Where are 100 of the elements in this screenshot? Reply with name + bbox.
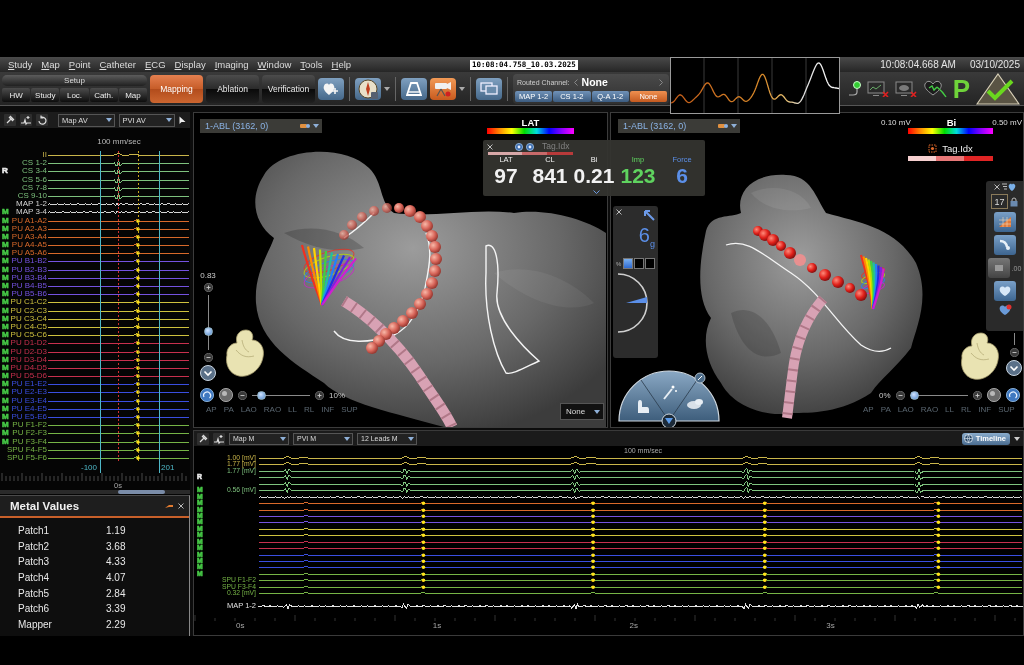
- workflow-tab[interactable]: Verification: [262, 74, 315, 103]
- catheter-selector[interactable]: 1-ABL (3162, 0): [618, 119, 740, 133]
- workflow-tab[interactable]: Mapping: [150, 74, 203, 103]
- filter-icon[interactable]: [661, 413, 677, 427]
- close-icon[interactable]: [993, 184, 1000, 190]
- toggle-icon[interactable]: [718, 122, 728, 130]
- view-button[interactable]: RAO: [263, 405, 282, 414]
- heart-orientation-icon[interactable]: [959, 331, 1001, 383]
- chevron-down-icon[interactable]: [200, 365, 216, 381]
- view-button[interactable]: INF: [321, 405, 335, 414]
- slider-thumb[interactable]: [203, 327, 213, 337]
- view-button[interactable]: PA: [880, 405, 891, 414]
- view-button[interactable]: INF: [978, 405, 992, 414]
- plus-icon[interactable]: [203, 283, 213, 292]
- view-button[interactable]: LAO: [240, 405, 257, 414]
- caret-icon[interactable]: [594, 409, 600, 414]
- chevron-down-icon[interactable]: [1006, 360, 1022, 376]
- menu-item[interactable]: Tools: [300, 59, 323, 70]
- chevron-left-icon[interactable]: [573, 78, 578, 86]
- close-icon[interactable]: [487, 143, 493, 150]
- caret-icon[interactable]: [105, 118, 112, 122]
- add-trace-icon[interactable]: [213, 432, 225, 445]
- pin-icon[interactable]: [165, 503, 174, 509]
- toolbar-button[interactable]: [430, 77, 456, 100]
- hand-pointer-icon[interactable]: [638, 400, 649, 413]
- hammer-icon[interactable]: [197, 432, 209, 445]
- menu-item[interactable]: ECG: [144, 59, 166, 70]
- expand-icon[interactable]: [593, 190, 600, 194]
- magic-wand-icon[interactable]: [663, 385, 677, 400]
- scrollbar[interactable]: [0, 490, 190, 495]
- setup-button[interactable]: Cath.: [89, 88, 118, 102]
- toolbar-button[interactable]: [318, 77, 344, 100]
- view-button[interactable]: PA: [223, 405, 234, 414]
- menu-item[interactable]: Study: [8, 59, 33, 70]
- catheter-selector[interactable]: 1-ABL (3162, 0): [200, 119, 322, 133]
- setup-button[interactable]: HW: [2, 88, 31, 102]
- cursor-icon[interactable]: [179, 115, 186, 125]
- minus-icon[interactable]: [895, 390, 905, 400]
- plus-icon[interactable]: [972, 390, 982, 400]
- close-icon[interactable]: [178, 503, 184, 509]
- menu-item[interactable]: Point: [68, 59, 91, 70]
- navigation-dial[interactable]: [618, 370, 720, 422]
- caret-icon[interactable]: [313, 124, 319, 128]
- sphere-icon[interactable]: [986, 388, 1001, 402]
- caret-icon[interactable]: [384, 86, 390, 91]
- close-icon[interactable]: [616, 209, 622, 215]
- plus-icon[interactable]: [315, 390, 324, 400]
- sphere-icon[interactable]: [219, 388, 233, 402]
- caret-icon[interactable]: [344, 436, 350, 441]
- view-button[interactable]: AP: [206, 405, 217, 414]
- caret-icon[interactable]: [408, 436, 414, 441]
- view-button[interactable]: LL: [288, 405, 297, 414]
- tool-button[interactable]: [993, 281, 1016, 301]
- caret-icon[interactable]: [1014, 436, 1020, 441]
- view-button[interactable]: SUP: [341, 405, 358, 414]
- menu-item[interactable]: Help: [331, 59, 352, 70]
- view-button[interactable]: RAO: [920, 405, 939, 414]
- display-selector[interactable]: None: [560, 403, 604, 420]
- menu-item[interactable]: Imaging: [214, 59, 249, 70]
- scrollbar-thumb[interactable]: [118, 490, 165, 495]
- heart-orientation-icon[interactable]: [224, 328, 266, 380]
- rotate-icon[interactable]: [1005, 388, 1020, 402]
- caret-icon[interactable]: [459, 86, 465, 91]
- minus-icon[interactable]: [238, 390, 247, 400]
- menu-item[interactable]: Catheter: [99, 59, 136, 70]
- heart-filter-icon[interactable]: [1001, 183, 1016, 191]
- toolbar-button[interactable]: [355, 77, 381, 100]
- toolbar-button[interactable]: [476, 77, 502, 100]
- slider-thumb[interactable]: [909, 390, 919, 400]
- toggle-icon[interactable]: [300, 122, 310, 130]
- view-button[interactable]: LL: [945, 405, 954, 414]
- view-button[interactable]: RL: [304, 405, 315, 414]
- lock-icon[interactable]: [1010, 196, 1018, 207]
- link-icon[interactable]: [694, 372, 706, 384]
- minus-icon[interactable]: [1009, 348, 1019, 357]
- slider-thumb[interactable]: [256, 390, 266, 400]
- hammer-icon[interactable]: [4, 114, 16, 126]
- view-button[interactable]: AP: [863, 405, 874, 414]
- menu-item[interactable]: Window: [257, 59, 292, 70]
- toolbar-button[interactable]: [401, 77, 427, 100]
- workflow-tab[interactable]: Ablation: [206, 74, 259, 103]
- setup-button[interactable]: Loc.: [60, 88, 89, 102]
- cloud-icon[interactable]: [687, 399, 703, 409]
- view-button[interactable]: LAO: [897, 405, 914, 414]
- caret-icon[interactable]: [280, 436, 286, 441]
- chevron-right-icon[interactable]: [659, 78, 663, 86]
- caret-icon[interactable]: [731, 124, 737, 128]
- rotate-icon[interactable]: [200, 388, 214, 402]
- tool-button[interactable]: [987, 258, 1010, 278]
- add-trace-icon[interactable]: [20, 114, 32, 126]
- tool-button[interactable]: [993, 235, 1016, 255]
- view-button[interactable]: RL: [961, 405, 972, 414]
- menu-item[interactable]: Map: [41, 59, 60, 70]
- menu-item[interactable]: Display: [174, 59, 206, 70]
- setup-button[interactable]: Map: [118, 88, 147, 102]
- refresh-icon[interactable]: [36, 114, 48, 126]
- view-button[interactable]: SUP: [998, 405, 1015, 414]
- tool-button[interactable]: [993, 212, 1016, 232]
- setup-button[interactable]: Study: [31, 88, 60, 102]
- caret-icon[interactable]: [166, 118, 172, 122]
